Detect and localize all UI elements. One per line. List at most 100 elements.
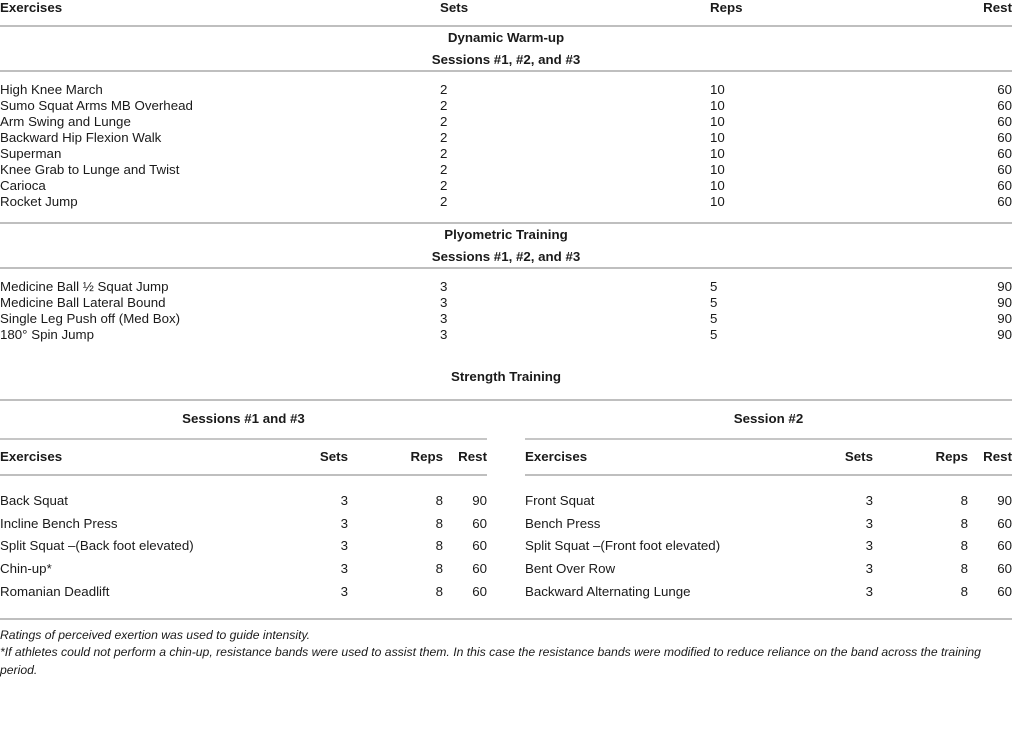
cell-exercise: Chin-up* (0, 561, 52, 576)
cell-rest: 60 (472, 561, 487, 576)
section-banner-row: Plyometric Training Sessions #1, #2, and… (0, 224, 1012, 267)
section-title: Plyometric Training (444, 227, 568, 242)
strength-training-title-block: Strength Training (0, 355, 1012, 399)
section-subtitle: Sessions #1, #2, and #3 (431, 248, 581, 264)
cell-rest: 60 (997, 538, 1012, 554)
strength-left-subtitle-wrap: Sessions #1 and #3 (0, 401, 487, 440)
cell-exercise: Back Squat (0, 493, 69, 509)
cell-reps: 8 (435, 561, 443, 576)
strength-left-subtitle: Sessions #1 and #3 (182, 410, 305, 426)
cell-sets: 3 (440, 279, 448, 294)
table-row: Sumo Squat Arms MB Overhead 2 10 60 (0, 98, 1012, 114)
section-plyometric-training: Plyometric Training Sessions #1, #2, and… (0, 224, 1012, 267)
strength-column-gap (487, 440, 525, 618)
strength-subtitles-row: Sessions #1 and #3 Session #2 (0, 401, 1012, 440)
cell-sets: 3 (440, 311, 448, 326)
table-row: Backward Alternating Lunge 3 8 60 (525, 580, 1012, 603)
row-spacer (0, 210, 1012, 222)
cell-sets: 2 (440, 162, 448, 177)
cell-exercise: Carioca (0, 178, 46, 193)
cell-sets: 2 (440, 146, 448, 161)
cell-sets: 2 (440, 82, 448, 97)
row-spacer (0, 72, 1012, 82)
column-header-row: Exercises Sets Reps Rest (0, 440, 487, 474)
table-row: Back Squat 3 8 90 (0, 490, 487, 513)
table-row: Arm Swing and Lunge 2 10 60 (0, 114, 1012, 130)
table-row: Single Leg Push off (Med Box) 3 5 90 (0, 311, 1012, 327)
column-header-row: Exercises Sets Reps Rest (0, 0, 1012, 25)
strength-table-left: Exercises Sets Reps Rest Back Squat 3 8 … (0, 440, 487, 618)
cell-exercise: Arm Swing and Lunge (0, 114, 131, 129)
cell-rest: 60 (997, 515, 1012, 531)
plyometric-rows: Medicine Ball ½ Squat Jump 3 5 90 Medici… (0, 269, 1012, 355)
cell-rest: 90 (472, 493, 487, 509)
cell-exercise: Romanian Deadlift (0, 583, 110, 599)
cell-reps: 8 (435, 493, 443, 509)
column-header-rest: Rest (983, 0, 1012, 15)
footnotes: Ratings of perceived exertion was used t… (0, 620, 1012, 680)
column-header-rest: Rest (458, 448, 487, 464)
table-row: Romanian Deadlift 3 8 60 (0, 580, 487, 603)
cell-exercise: Medicine Ball Lateral Bound (0, 295, 166, 310)
table-row: Knee Grab to Lunge and Twist 2 10 60 (0, 162, 1012, 178)
column-header-sets: Sets (319, 448, 348, 464)
section-banner-row: Dynamic Warm-up Sessions #1, #2, and #3 (0, 27, 1012, 70)
table-row: Split Squat –(Front foot elevated) 3 8 6… (525, 535, 1012, 558)
section-dynamic-warm-up: Dynamic Warm-up Sessions #1, #2, and #3 (0, 27, 1012, 70)
cell-rest: 60 (997, 146, 1012, 161)
row-spacer (0, 343, 1012, 355)
table-row: Carioca 2 10 60 (0, 178, 1012, 194)
table-row: Medicine Ball Lateral Bound 3 5 90 (0, 295, 1012, 311)
table-row: Backward Hip Flexion Walk 2 10 60 (0, 130, 1012, 146)
cell-sets: 3 (340, 583, 348, 599)
cell-sets: 3 (340, 538, 348, 554)
cell-rest: 60 (997, 114, 1012, 129)
cell-exercise: High Knee March (0, 82, 103, 97)
cell-sets: 3 (865, 561, 873, 576)
cell-sets: 2 (440, 178, 448, 193)
warm-up-rows: High Knee March 2 10 60 Sumo Squat Arms … (0, 72, 1012, 222)
table-row: Split Squat –(Back foot elevated) 3 8 60 (0, 535, 487, 558)
table-row: 180° Spin Jump 3 5 90 (0, 327, 1012, 343)
table-row: Bench Press 3 8 60 (525, 513, 1012, 536)
cell-reps: 10 (710, 146, 725, 161)
cell-rest: 60 (472, 538, 487, 554)
cell-sets: 3 (865, 515, 873, 531)
column-header-exercises: Exercises (0, 448, 63, 464)
column-header-reps: Reps (935, 448, 968, 464)
column-header-sets: Sets (844, 448, 873, 464)
cell-rest: 60 (997, 82, 1012, 97)
section-banner: Dynamic Warm-up Sessions #1, #2, and #3 (0, 27, 1012, 70)
cell-exercise: Backward Hip Flexion Walk (0, 130, 162, 145)
cell-rest: 90 (997, 311, 1012, 326)
table-row: Medicine Ball ½ Squat Jump 3 5 90 (0, 279, 1012, 295)
cell-rest: 60 (997, 583, 1012, 599)
cell-reps: 10 (710, 114, 725, 129)
strength-training-title: Strength Training (450, 369, 562, 384)
cell-rest: 90 (997, 493, 1012, 509)
cell-sets: 2 (440, 114, 448, 129)
cell-exercise: Front Squat (525, 493, 595, 509)
cell-exercise: Sumo Squat Arms MB Overhead (0, 98, 193, 113)
cell-sets: 3 (340, 493, 348, 509)
cell-rest: 60 (472, 515, 487, 531)
cell-exercise: Single Leg Push off (Med Box) (0, 311, 181, 326)
cell-sets: 2 (440, 98, 448, 113)
column-header-row: Exercises Sets Reps Rest (525, 440, 1012, 474)
strength-tables-row: Exercises Sets Reps Rest Back Squat 3 8 … (0, 440, 1012, 618)
row-spacer (525, 476, 1012, 491)
cell-sets: 3 (440, 295, 448, 310)
table-row: Front Squat 3 8 90 (525, 490, 1012, 513)
cell-sets: 3 (865, 583, 873, 599)
cell-rest: 90 (997, 327, 1012, 342)
cell-rest: 60 (997, 178, 1012, 193)
cell-exercise: Medicine Ball ½ Squat Jump (0, 279, 169, 294)
strength-right-subtitle: Session #2 (733, 410, 804, 426)
cell-reps: 5 (710, 295, 718, 310)
cell-exercise: Backward Alternating Lunge (525, 583, 691, 599)
cell-exercise: Split Squat –(Back foot elevated) (0, 538, 194, 554)
cell-sets: 3 (340, 515, 348, 531)
cell-reps: 8 (960, 515, 968, 531)
cell-sets: 2 (440, 194, 448, 209)
cell-rest: 90 (997, 295, 1012, 310)
